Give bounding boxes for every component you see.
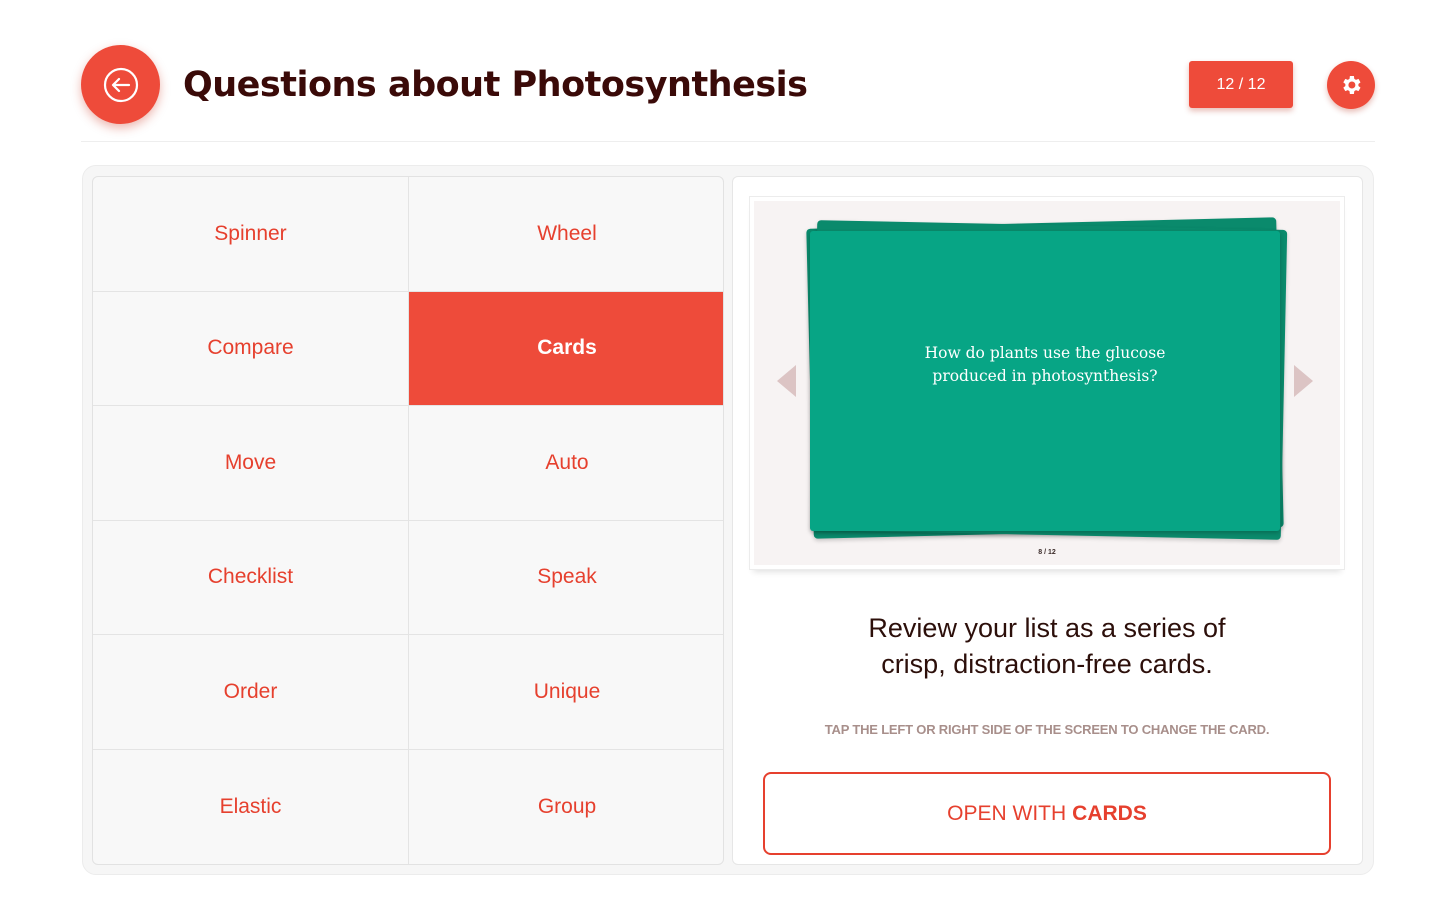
usage-hint: TAP THE LEFT OR RIGHT SIDE OF THE SCREEN… [824,722,1270,737]
modes-grid: Spinner Wheel Compare Cards Move Auto Ch… [92,176,724,865]
mode-description-line: Review your list as a series of [868,613,1226,643]
open-with-cards-button[interactable]: OPEN WITH CARDS [763,772,1331,855]
mode-speak[interactable]: Speak [409,521,723,635]
open-with-label: OPEN WITH [947,801,1067,825]
mode-description-line: crisp, distraction-free cards. [881,649,1213,679]
mode-wheel[interactable]: Wheel [409,177,723,292]
card-question: How do plants use the glucose produced i… [924,344,1166,385]
mode-checklist[interactable]: Checklist [93,520,409,635]
arrow-left-circle-icon [103,67,138,102]
triangle-right-icon[interactable] [1292,363,1316,399]
page-title: Questions about Photosynthesis [183,65,808,105]
mode-cards[interactable]: Cards [409,291,723,406]
mode-spinner[interactable]: Spinner [93,177,409,292]
mode-order[interactable]: Order [93,635,409,750]
back-button[interactable] [81,45,160,124]
gear-icon [1343,76,1361,94]
mode-compare[interactable]: Compare [93,291,409,406]
item-counter-button[interactable]: 12 / 12 [1189,61,1293,108]
mode-elastic[interactable]: Elastic [93,749,409,864]
mode-auto[interactable]: Auto [409,406,723,521]
settings-button[interactable] [1327,61,1375,109]
triangle-left-icon[interactable] [774,363,798,399]
mode-group[interactable]: Group [409,750,723,865]
mode-unique[interactable]: Unique [409,635,723,750]
cards-preview: How do plants use the glucose produced i… [750,197,1344,569]
card-index: 8 / 12 [1038,549,1056,556]
open-with-mode-name: CARDS [1072,801,1147,825]
mode-move[interactable]: Move [93,406,409,521]
mode-description: Review your list as a series of crisp, d… [800,610,1294,682]
preview-card: How do plants use the glucose produced i… [810,231,1280,531]
header-divider [81,141,1375,142]
